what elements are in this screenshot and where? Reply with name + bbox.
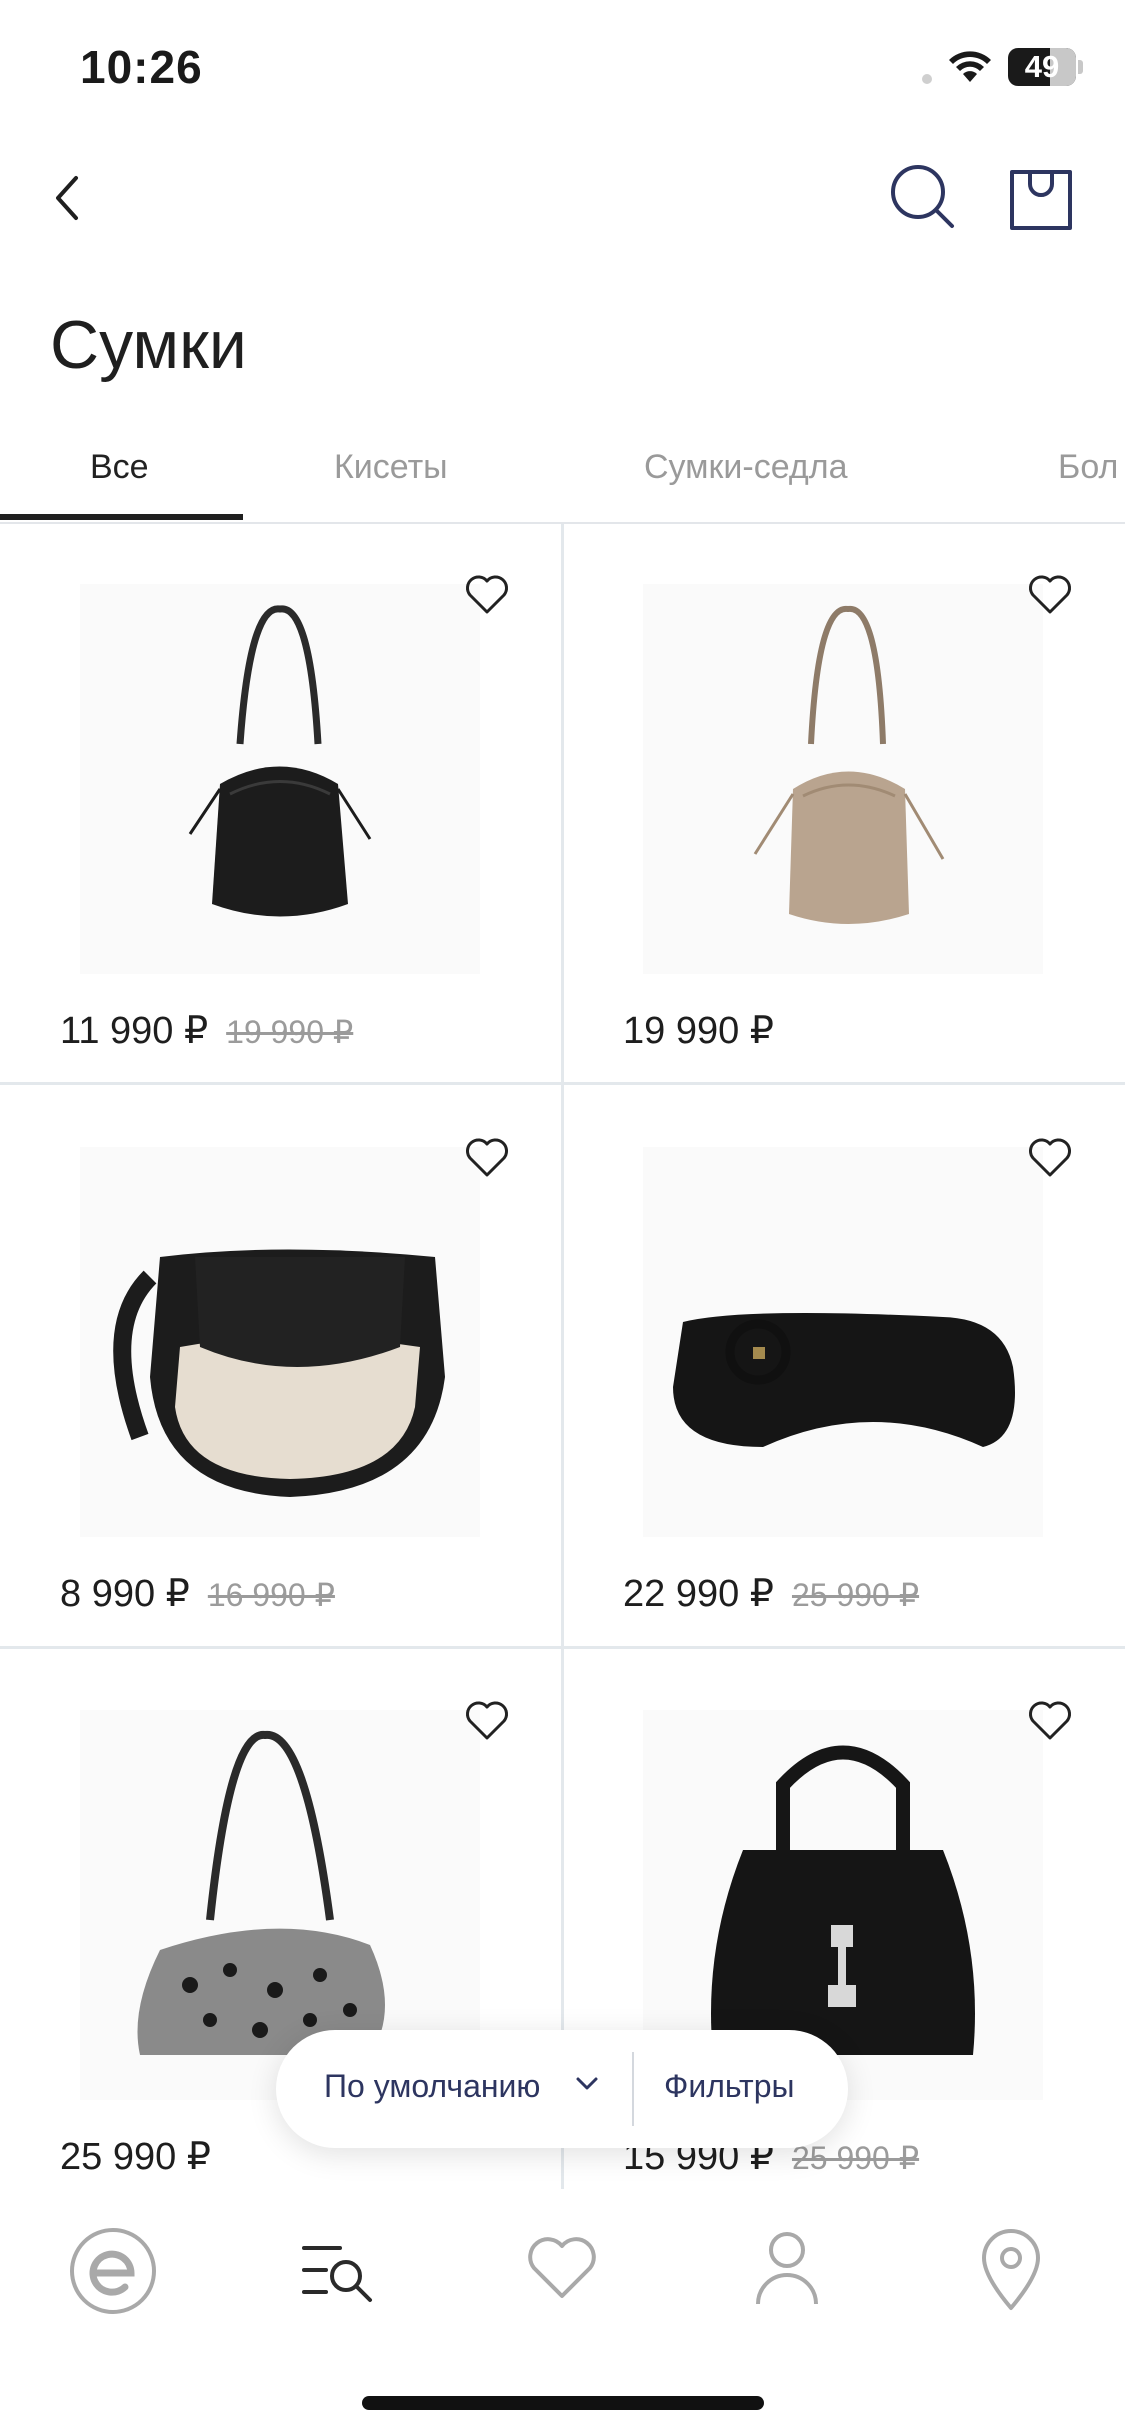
home-indicator[interactable] <box>362 2396 764 2410</box>
filters-button[interactable]: Фильтры <box>664 2068 795 2105</box>
product-card[interactable]: 8 990 ₽ 16 990 ₽ <box>0 1087 562 1650</box>
product-card[interactable]: 11 990 ₽ 19 990 ₽ <box>0 524 562 1087</box>
product-image[interactable] <box>80 584 480 974</box>
current-price: 11 990 ₽ <box>60 1010 209 1052</box>
tab-saddle-bags[interactable]: Сумки-седла <box>644 448 848 487</box>
privacy-dot-icon <box>922 74 932 84</box>
favorite-heart-icon[interactable] <box>464 574 510 616</box>
old-price: 25 990 ₽ <box>791 1577 920 1613</box>
old-price: 25 990 ₽ <box>791 2140 920 2176</box>
old-price: 19 990 ₽ <box>226 1014 354 1050</box>
location-pin-icon[interactable] <box>978 2226 1044 2312</box>
chevron-down-icon[interactable] <box>574 2074 600 2094</box>
sort-filter-bar: По умолчанию Фильтры <box>276 2030 848 2148</box>
battery-level: 49 <box>1024 49 1060 84</box>
favorite-heart-icon[interactable] <box>1027 1700 1073 1742</box>
shopping-bag-icon[interactable] <box>1006 160 1076 234</box>
product-card[interactable]: 19 990 ₽ <box>563 524 1125 1087</box>
back-chevron-icon[interactable] <box>46 168 86 228</box>
current-price: 25 990 ₽ <box>60 2136 211 2178</box>
favorite-heart-icon[interactable] <box>1027 1137 1073 1179</box>
product-image[interactable] <box>643 584 1043 974</box>
battery-icon: 49 <box>1008 48 1076 86</box>
search-icon[interactable] <box>886 160 960 234</box>
tab-pouches[interactable]: Кисеты <box>334 448 448 487</box>
active-tab-indicator <box>0 514 243 520</box>
product-grid: 11 990 ₽ 19 990 ₽ 19 990 ₽ 8 990 ₽ 16 990… <box>0 524 1125 2189</box>
product-image[interactable] <box>643 1147 1043 1537</box>
current-price: 8 990 ₽ <box>60 1573 190 1615</box>
wifi-icon <box>949 51 991 82</box>
catalog-search-icon[interactable] <box>300 2232 380 2312</box>
product-price: 22 990 ₽ 25 990 ₽ <box>623 1571 919 1616</box>
profile-icon[interactable] <box>752 2228 822 2308</box>
product-image[interactable] <box>80 1147 480 1537</box>
favorite-heart-icon[interactable] <box>1027 574 1073 616</box>
current-price: 22 990 ₽ <box>623 1573 774 1615</box>
current-price: 19 990 ₽ <box>623 1010 774 1052</box>
sort-dropdown[interactable]: По умолчанию <box>324 2068 540 2105</box>
status-time: 10:26 <box>80 41 203 93</box>
product-card[interactable]: 22 990 ₽ 25 990 ₽ <box>563 1087 1125 1650</box>
tab-all[interactable]: Все <box>90 448 149 487</box>
page-title: Сумки <box>50 307 247 383</box>
category-tabs: Все Кисеты Сумки-седла Бол <box>0 430 1125 524</box>
product-price: 25 990 ₽ <box>60 2134 229 2179</box>
battery-tip <box>1078 60 1083 74</box>
product-price: 19 990 ₽ <box>623 1008 792 1053</box>
tab-more[interactable]: Бол <box>1058 448 1118 487</box>
favorites-heart-icon[interactable] <box>526 2236 598 2302</box>
status-bar: 10:26 49 <box>0 0 1125 130</box>
favorite-heart-icon[interactable] <box>464 1137 510 1179</box>
old-price: 16 990 ₽ <box>207 1577 335 1613</box>
divider <box>632 2052 634 2126</box>
home-logo-icon[interactable] <box>68 2226 158 2316</box>
favorite-heart-icon[interactable] <box>464 1700 510 1742</box>
product-price: 8 990 ₽ 16 990 ₽ <box>60 1571 335 1616</box>
product-price: 11 990 ₽ 19 990 ₽ <box>60 1008 353 1053</box>
